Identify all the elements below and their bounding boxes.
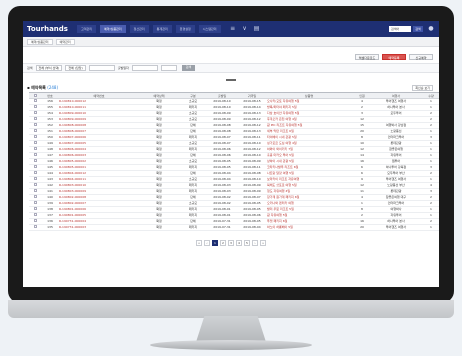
checkbox[interactable] xyxy=(33,93,37,97)
date-from-input[interactable] xyxy=(131,65,158,71)
checkbox[interactable] xyxy=(33,141,37,144)
checkbox[interactable] xyxy=(33,99,37,102)
checkbox[interactable] xyxy=(33,111,37,114)
depart-date: 2019-07-31 xyxy=(207,224,237,231)
list-title: ▪ 예약목록 (248) xyxy=(27,85,58,91)
checkbox[interactable] xyxy=(33,177,37,180)
reservation-table: 번호 예약번호 예약상태 구분 출발일 귀국일 상품명 인원 여행사 수량 156 R-190810… xyxy=(29,92,439,231)
product-name: 하노이 하롱베이 5일 xyxy=(267,224,351,231)
monitor-stand xyxy=(196,316,266,342)
checkbox[interactable] xyxy=(33,147,37,150)
checkbox[interactable] xyxy=(33,213,37,216)
checkbox[interactable] xyxy=(33,159,37,162)
page-button[interactable]: 2 xyxy=(220,240,226,246)
checkbox[interactable] xyxy=(33,183,37,186)
nav-search-button[interactable]: 검색 xyxy=(413,26,423,32)
manager-select[interactable]: 전체 (담당) xyxy=(65,65,86,71)
filter-search-button[interactable]: 검색 xyxy=(181,65,196,71)
checkbox[interactable] xyxy=(33,129,37,132)
checkbox[interactable] xyxy=(33,225,37,228)
checkbox[interactable] xyxy=(33,153,37,156)
print-icon[interactable]: ▤ xyxy=(253,25,261,33)
reservation-number-link[interactable]: R-190731-000003 xyxy=(59,224,139,231)
excel-download-button[interactable]: 엑셀다운로드 xyxy=(355,54,379,60)
top-nav: Tourhands 고객관리 예약/상품관리 정산관리 통계관리 환경설정 시스… xyxy=(23,21,439,37)
nav-tab-settings[interactable]: 환경설정 xyxy=(175,25,195,33)
checkbox[interactable] xyxy=(33,195,37,198)
list-count: (248) xyxy=(47,84,59,90)
table-body: 156 R-190810-000012 확정 소규모 2019-08-10 2019-08… xyxy=(29,98,439,231)
nav-tab-statistics[interactable]: 통계관리 xyxy=(152,25,172,33)
list-header: ▪ 예약목록 (248) 최신순 보기 xyxy=(23,83,439,92)
pax-cell: 20 xyxy=(351,224,373,231)
breadcrumb-item-section[interactable]: 예약/상품관리 xyxy=(27,38,53,45)
page-button[interactable]: » xyxy=(260,240,266,246)
user-icon[interactable]: ● xyxy=(427,25,435,33)
checkbox[interactable] xyxy=(33,189,37,192)
date-to-input[interactable] xyxy=(160,65,177,71)
monitor-chin xyxy=(8,300,454,318)
filter-label: 검색 xyxy=(27,66,33,70)
status-cell: 확정 xyxy=(139,224,179,231)
agency-cell: 투어핸즈 여행사 xyxy=(373,224,419,231)
type-cell: 패키지 xyxy=(179,224,207,231)
checkbox[interactable] xyxy=(33,105,37,108)
list-icon: ▪ xyxy=(27,84,30,90)
checkbox[interactable] xyxy=(33,135,37,138)
register-button[interactable]: 예약등록 xyxy=(382,54,406,60)
breadcrumb-item-page[interactable]: 예약관리 xyxy=(55,38,75,45)
page-button[interactable]: 5 xyxy=(244,240,250,246)
monitor-bezel: Tourhands 고객관리 예약/상품관리 정산관리 통계관리 환경설정 시스… xyxy=(8,6,454,303)
action-bar: 엑셀다운로드 예약등록 신규예약 xyxy=(23,51,439,63)
page-button[interactable]: 3 xyxy=(228,240,234,246)
checkbox[interactable] xyxy=(33,207,37,210)
page-button[interactable]: › xyxy=(252,240,258,246)
row-checkbox-cell[interactable] xyxy=(29,224,41,231)
menu-icon[interactable]: ≡ xyxy=(229,25,237,33)
nav-tab-system[interactable]: 시스템관리 xyxy=(198,25,221,33)
page-button[interactable]: 4 xyxy=(236,240,242,246)
app-logo[interactable]: Tourhands xyxy=(27,25,77,33)
monitor-base xyxy=(150,340,312,350)
panel-collapse-handle[interactable] xyxy=(226,79,236,81)
nav-search-input[interactable]: 검색어 xyxy=(389,26,411,32)
keyword-input[interactable] xyxy=(88,65,115,71)
checkbox[interactable] xyxy=(33,171,37,174)
row-number: 135 xyxy=(41,224,59,231)
link-icon[interactable]: ∨ xyxy=(241,25,249,33)
stage: Tourhands 고객관리 예약/상품관리 정산관리 통계관리 환경설정 시스… xyxy=(0,0,462,356)
page-button[interactable]: 1 xyxy=(212,240,218,246)
filter-bar: 검색 전체 (부서 선택) 전체 (담당) 출발일자 검색 xyxy=(23,63,439,73)
app-screen: Tourhands 고객관리 예약/상품관리 정산관리 통계관리 환경설정 시스… xyxy=(23,21,439,287)
list-title-text: 예약목록 xyxy=(31,84,46,90)
checkbox[interactable] xyxy=(33,219,37,222)
nav-tab-reservations[interactable]: 예약/상품관리 xyxy=(100,25,126,33)
page-button[interactable]: ‹ xyxy=(204,240,210,246)
sort-select[interactable]: 최신순 보기 xyxy=(412,84,433,91)
checkbox[interactable] xyxy=(33,165,37,168)
checkbox[interactable] xyxy=(33,123,37,126)
page-button[interactable]: « xyxy=(196,240,202,246)
date-label: 출발일자 xyxy=(117,66,129,70)
table-row[interactable]: 135 R-190731-000003 확정 패키지 2019-07-31 2019-08… xyxy=(29,224,439,231)
new-reservation-button[interactable]: 신규예약 xyxy=(409,54,433,60)
return-date: 2019-08-04 xyxy=(237,224,267,231)
qty-cell: 1 xyxy=(419,224,439,231)
nav-tab-settlement[interactable]: 정산관리 xyxy=(129,25,149,33)
checkbox[interactable] xyxy=(33,201,37,204)
breadcrumb: 예약/상품관리 예약관리 xyxy=(23,37,439,47)
checkbox[interactable] xyxy=(33,117,37,120)
pagination: «‹ 1 2 3 4 5 ›» xyxy=(23,240,439,246)
nav-tab-customers[interactable]: 고객관리 xyxy=(77,25,97,33)
department-select[interactable]: 전체 (부서 선택) xyxy=(35,65,63,71)
